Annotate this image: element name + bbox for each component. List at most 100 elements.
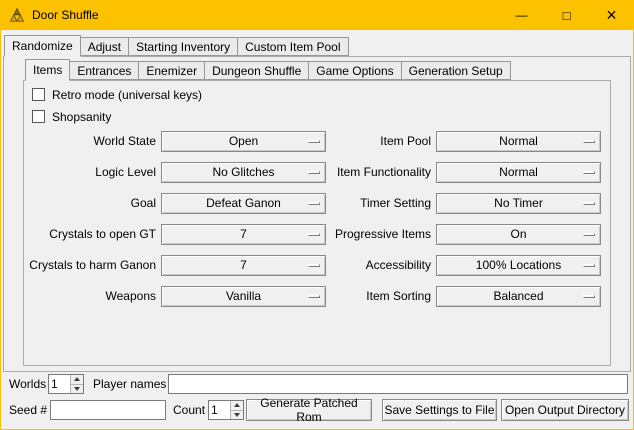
worlds-label: Worlds (9, 374, 46, 394)
tab-randomize[interactable]: Randomize (4, 35, 81, 57)
seed-label: Seed # (9, 400, 47, 420)
setting-label: Timer Setting (319, 193, 431, 214)
dropdown-value: No Timer (437, 194, 600, 213)
tab-enemizer[interactable]: Enemizer (138, 61, 205, 80)
shopsanity-checkbox[interactable]: Shopsanity (32, 109, 111, 124)
spin-arrows (230, 401, 243, 419)
window-controls: — □ × (499, 0, 634, 30)
dropdown-value: Vanilla (162, 287, 325, 306)
item-sorting-dropdown[interactable]: Balanced (436, 286, 601, 307)
arrow-down-icon (74, 387, 80, 391)
item-pool-dropdown[interactable]: Normal (436, 131, 601, 152)
tab-custom-item-pool[interactable]: Custom Item Pool (237, 37, 348, 56)
dropdown-value: Normal (437, 163, 600, 182)
worlds-spin-down[interactable] (70, 384, 83, 394)
count-spin-down[interactable] (230, 410, 243, 420)
arrow-up-icon (74, 377, 80, 381)
setting-label: Logic Level (9, 162, 156, 183)
dropdown-value: 100% Locations (437, 256, 600, 275)
arrow-down-icon (234, 413, 240, 417)
weapons-dropdown[interactable]: Vanilla (161, 286, 326, 307)
count-spin-up[interactable] (230, 401, 243, 410)
tab-starting-inventory[interactable]: Starting Inventory (128, 37, 238, 56)
app-icon (9, 7, 25, 23)
count-input[interactable] (209, 401, 230, 419)
logic-level-dropdown[interactable]: No Glitches (161, 162, 326, 183)
worlds-spinbox (48, 374, 84, 394)
dropdown-indicator (583, 202, 595, 205)
dropdown-value: 7 (162, 225, 325, 244)
dropdown-value: Defeat Ganon (162, 194, 325, 213)
dropdown-value: Balanced (437, 287, 600, 306)
dropdown-indicator (583, 233, 595, 236)
checkbox-box (32, 88, 45, 101)
setting-label: World State (9, 131, 156, 152)
dropdown-indicator (583, 295, 595, 298)
main-tab-bar: Randomize Adjust Starting Inventory Cust… (4, 35, 349, 57)
setting-label: Item Functionality (319, 162, 431, 183)
goal-dropdown[interactable]: Defeat Ganon (161, 193, 326, 214)
settings-row: Logic Level No Glitches Item Functionali… (1, 162, 633, 193)
retro-mode-checkbox[interactable]: Retro mode (universal keys) (32, 87, 202, 102)
dropdown-value: 7 (162, 256, 325, 275)
setting-label: Crystals to harm Ganon (9, 255, 156, 276)
window-title: Door Shuffle (32, 8, 99, 22)
worlds-spin-up[interactable] (70, 375, 83, 384)
settings-row: Crystals to harm Ganon 7 Accessibility 1… (1, 255, 633, 286)
checkbox-box (32, 110, 45, 123)
dropdown-indicator (583, 171, 595, 174)
progressive-items-dropdown[interactable]: On (436, 224, 601, 245)
dropdown-value: No Glitches (162, 163, 325, 182)
dropdown-value: On (437, 225, 600, 244)
setting-label: Progressive Items (319, 224, 431, 245)
bottom-bar: Worlds Player names Seed # Count (1, 374, 633, 429)
maximize-button[interactable]: □ (544, 0, 589, 30)
open-output-directory-button[interactable]: Open Output Directory (501, 399, 629, 421)
tab-generation-setup[interactable]: Generation Setup (401, 61, 511, 80)
setting-label: Weapons (9, 286, 156, 307)
tab-entrances[interactable]: Entrances (69, 61, 139, 80)
world-state-dropdown[interactable]: Open (161, 131, 326, 152)
timer-setting-dropdown[interactable]: No Timer (436, 193, 601, 214)
settings-row: Goal Defeat Ganon Timer Setting No Timer (1, 193, 633, 224)
settings-row: Crystals to open GT 7 Progressive Items … (1, 224, 633, 255)
count-spinbox (208, 400, 244, 420)
seed-input[interactable] (50, 400, 166, 420)
close-button[interactable]: × (589, 0, 634, 30)
dropdown-value: Normal (437, 132, 600, 151)
window: Door Shuffle — □ × Randomize Adjust Star… (0, 0, 634, 430)
spin-arrows (70, 375, 83, 393)
minimize-button[interactable]: — (499, 0, 544, 30)
crystals-open-gt-dropdown[interactable]: 7 (161, 224, 326, 245)
player-names-input[interactable] (168, 374, 628, 394)
accessibility-dropdown[interactable]: 100% Locations (436, 255, 601, 276)
tab-dungeon-shuffle[interactable]: Dungeon Shuffle (204, 61, 309, 80)
count-label: Count (173, 400, 205, 420)
dropdown-value: Open (162, 132, 325, 151)
minimize-icon: — (516, 8, 528, 22)
setting-label: Item Pool (319, 131, 431, 152)
arrow-up-icon (234, 403, 240, 407)
tab-game-options[interactable]: Game Options (308, 61, 401, 80)
checkbox-label: Retro mode (universal keys) (52, 88, 202, 102)
dropdown-indicator (583, 140, 595, 143)
player-names-label: Player names (93, 374, 166, 394)
tab-items[interactable]: Items (25, 59, 70, 81)
setting-label: Goal (9, 193, 156, 214)
tab-adjust[interactable]: Adjust (80, 37, 129, 56)
worlds-input[interactable] (49, 375, 70, 393)
close-icon: × (606, 6, 617, 24)
item-functionality-dropdown[interactable]: Normal (436, 162, 601, 183)
generate-patched-rom-button[interactable]: Generate Patched Rom (246, 399, 372, 421)
save-settings-button[interactable]: Save Settings to File (382, 399, 497, 421)
titlebar: Door Shuffle — □ × (0, 0, 634, 30)
setting-label: Accessibility (319, 255, 431, 276)
settings-row: Weapons Vanilla Item Sorting Balanced (1, 286, 633, 317)
checkbox-label: Shopsanity (52, 110, 111, 124)
client-area: Randomize Adjust Starting Inventory Cust… (1, 30, 633, 429)
dropdown-indicator (583, 264, 595, 267)
setting-label: Item Sorting (319, 286, 431, 307)
setting-label: Crystals to open GT (9, 224, 156, 245)
crystals-harm-ganon-dropdown[interactable]: 7 (161, 255, 326, 276)
sub-tab-bar: Items Entrances Enemizer Dungeon Shuffle… (25, 59, 511, 81)
